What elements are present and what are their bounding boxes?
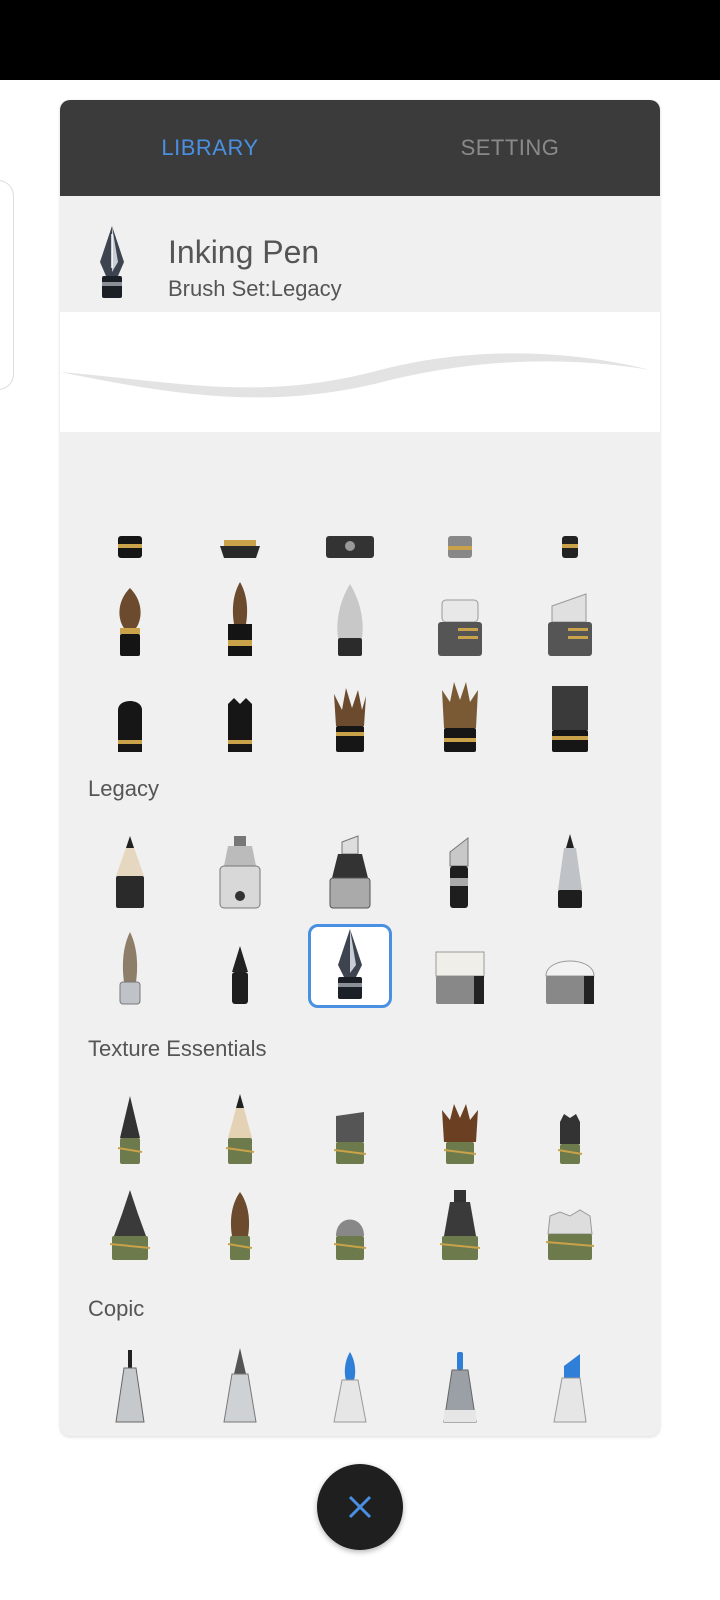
brush-cell[interactable]: [528, 828, 612, 912]
brush-cell[interactable]: [88, 924, 172, 1008]
brush-cell[interactable]: [418, 672, 502, 756]
brush-cell[interactable]: [418, 1180, 502, 1264]
brush-row: [60, 1180, 660, 1270]
brush-cell[interactable]: [418, 924, 502, 1008]
brush-name: Inking Pen: [168, 234, 320, 270]
brush-cell[interactable]: [418, 1342, 502, 1426]
brush-cell[interactable]: [308, 1084, 392, 1168]
brush-cell[interactable]: [528, 672, 612, 756]
brush-cell[interactable]: [308, 1342, 392, 1426]
brush-row: [60, 532, 660, 566]
brush-cell[interactable]: [88, 576, 172, 660]
brush-cell[interactable]: [308, 532, 392, 560]
brush-cell[interactable]: [528, 924, 612, 1008]
brush-cell[interactable]: [528, 576, 612, 660]
brush-row: [60, 924, 660, 1014]
brush-cell[interactable]: [88, 672, 172, 756]
side-panel-handle[interactable]: [0, 180, 14, 390]
brush-cell[interactable]: [198, 576, 282, 660]
section-label-copic: Copic: [88, 1296, 145, 1321]
brush-grid: Legacy Texture Essentials Copic: [60, 532, 660, 1436]
brush-cell[interactable]: [198, 828, 282, 912]
brush-cell[interactable]: [308, 828, 392, 912]
brush-cell[interactable]: [198, 1342, 282, 1426]
tab-setting[interactable]: SETTING: [360, 100, 660, 196]
brush-row: [60, 1084, 660, 1174]
brush-library-panel: LIBRARY SETTING Inking Pen Brush Set:Leg…: [60, 100, 660, 1436]
status-bar: [0, 0, 720, 80]
brush-row: [60, 576, 660, 666]
brush-cell[interactable]: [88, 828, 172, 912]
brush-cell[interactable]: [198, 1084, 282, 1168]
brush-cell[interactable]: [198, 924, 282, 1008]
section-label-texture: Texture Essentials: [88, 1036, 267, 1061]
brush-cell[interactable]: [418, 1084, 502, 1168]
current-brush-info: Inking Pen Brush Set:Legacy: [60, 196, 660, 312]
section-label-legacy: Legacy: [88, 776, 159, 801]
brush-cell[interactable]: [88, 1180, 172, 1264]
brush-cell[interactable]: [418, 828, 502, 912]
stroke-preview: [60, 312, 660, 432]
brush-cell[interactable]: [198, 532, 282, 560]
brush-cell[interactable]: [528, 1342, 612, 1426]
brush-cell[interactable]: [198, 672, 282, 756]
brush-cell[interactable]: [308, 576, 392, 660]
tab-bar: LIBRARY SETTING: [60, 100, 660, 196]
brush-row: [60, 672, 660, 762]
brush-cell-selected[interactable]: [308, 924, 392, 1008]
brush-cell[interactable]: [88, 532, 172, 560]
brush-cell[interactable]: [418, 576, 502, 660]
brush-cell[interactable]: [308, 672, 392, 756]
close-icon: [348, 1495, 372, 1519]
inking-pen-icon: [100, 226, 124, 298]
brush-row: [60, 828, 660, 918]
brush-cell[interactable]: [198, 1180, 282, 1264]
brush-cell[interactable]: [528, 532, 612, 560]
brush-cell[interactable]: [528, 1180, 612, 1264]
close-button[interactable]: [317, 1464, 403, 1550]
brush-set: Brush Set:Legacy: [168, 276, 342, 301]
brush-cell[interactable]: [88, 1342, 172, 1426]
brush-cell[interactable]: [528, 1084, 612, 1168]
brush-cell[interactable]: [418, 532, 502, 560]
stroke-preview-graphic: [60, 353, 650, 398]
brush-cell[interactable]: [88, 1084, 172, 1168]
brush-row: [60, 1342, 660, 1432]
tab-library[interactable]: LIBRARY: [60, 100, 360, 196]
brush-cell[interactable]: [308, 1180, 392, 1264]
